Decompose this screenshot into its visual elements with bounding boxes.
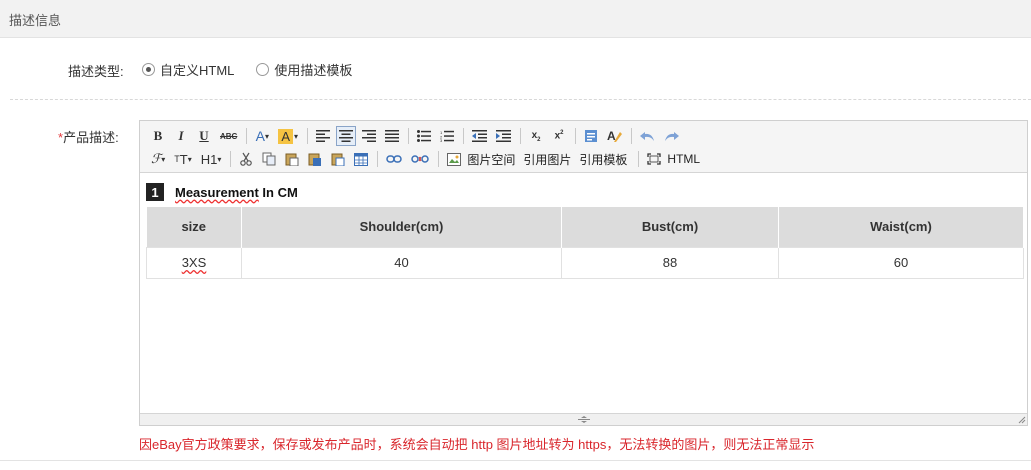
editor-toolbar: B I U ABC A ▾ A ▾ 1 2 3 x2 x2 A ℱ ▾ T T … [140,121,1027,173]
svg-text:A: A [607,129,616,143]
font-size-button[interactable]: T T ▾ [171,149,194,169]
clear-format-icon[interactable]: A [604,126,625,146]
heading-rest: In CM [258,184,298,200]
toolbar-separator [463,128,465,144]
html-source-button[interactable]: HTML [667,152,700,166]
table-cell: 40 [241,246,562,279]
cut-icon[interactable] [236,149,256,169]
toolbar-separator [377,151,379,167]
resize-grip-icon[interactable] [577,416,591,423]
superscript-icon[interactable]: x2 [549,126,569,146]
unlink-icon[interactable] [408,149,432,169]
heading-button-label: H1 [200,151,218,167]
measurement-table: size Shoulder(cm) Bust(cm) Waist(cm) 3XS… [146,207,1024,279]
radio-custom-html-label: 自定义HTML [160,63,235,78]
paste-word-icon[interactable] [305,149,325,169]
svg-text:3: 3 [440,138,443,142]
divider [10,99,1031,100]
ref-template-button[interactable]: 引用模板 [579,151,627,168]
radio-custom-html[interactable]: 自定义HTML [142,60,234,79]
font-family-button[interactable]: ℱ ▾ [148,149,168,169]
toolbar-separator [638,151,640,167]
table-cell: 60 [778,246,1024,279]
align-right-icon[interactable] [359,126,379,146]
editor-content[interactable]: 1 Measurement In CM size Shoulder(cm) Bu… [146,181,1024,279]
toolbar-separator [631,128,633,144]
description-type-radio-group: 自定义HTML 使用描述模板 [142,60,374,79]
description-type-label: 描述类型: [68,64,124,79]
link-icon[interactable] [383,149,405,169]
editor-resize-bar[interactable] [140,413,1027,425]
toolbar-separator [575,128,577,144]
table-header-cell: Bust(cm) [561,207,779,247]
bullet-list-icon[interactable] [414,126,434,146]
toolbar-separator [408,128,410,144]
fullscreen-icon[interactable] [644,149,664,169]
strikethrough-button[interactable]: ABC [217,126,240,146]
indent-icon[interactable] [493,126,514,146]
radio-checked-icon[interactable] [142,63,155,76]
image-space-icon[interactable] [444,149,464,169]
toolbar-separator [246,128,248,144]
bottom-divider [0,460,1031,461]
radio-use-template-label: 使用描述模板 [274,63,353,78]
content-heading: 1 Measurement In CM [146,181,1022,203]
heading-button[interactable]: H1 ▾ [198,149,225,169]
image-space-button[interactable]: 图片空间 [467,151,515,168]
italic-button[interactable]: I [171,126,191,146]
heading-text: Measurement In CM [175,185,298,200]
underline-button[interactable]: U [194,126,214,146]
table-icon[interactable] [351,149,371,169]
justify-icon[interactable] [382,126,402,146]
toolbar-row-2: ℱ ▾ T T ▾ H1 ▾ 图片空间 引用图片 引用模板 HTML [148,148,708,170]
align-left-icon[interactable] [313,126,333,146]
table-cell: 88 [561,246,779,279]
number-badge: 1 [146,183,164,201]
subscript-icon[interactable]: x2 [526,126,546,146]
https-notice: 因eBay官方政策要求，保存或发布产品时，系统会自动把 http 图片地址转为 … [139,437,815,452]
paste-plain-icon[interactable] [328,149,348,169]
rich-text-editor: B I U ABC A ▾ A ▾ 1 2 3 x2 x2 A ℱ ▾ T T … [139,120,1028,426]
table-header-cell: Shoulder(cm) [241,207,562,247]
heading-word-misspelled: Measurement [175,184,259,200]
table-row: 3XS 40 88 60 [146,246,1024,279]
toolbar-separator [520,128,522,144]
table-header-cell: size [146,207,242,247]
table-header-cell: Waist(cm) [778,207,1024,247]
radio-unchecked-icon[interactable] [256,63,270,76]
undo-icon[interactable] [637,126,658,146]
paste-text-icon[interactable] [581,126,601,146]
toolbar-separator [438,151,440,167]
toolbar-row-1: B I U ABC A ▾ A ▾ 1 2 3 x2 x2 A [148,125,685,147]
product-description-label-text: 产品描述: [63,130,119,145]
ref-image-button[interactable]: 引用图片 [523,151,571,168]
highlight-color-button[interactable]: A ▾ [275,126,301,146]
paste-icon[interactable] [282,149,302,169]
font-color-button[interactable]: A ▾ [252,126,272,146]
radio-use-template[interactable]: 使用描述模板 [256,60,352,79]
outdent-icon[interactable] [469,126,490,146]
corner-resize-icon[interactable] [1017,415,1026,424]
section-title: 描述信息 [9,13,62,28]
numbered-list-icon[interactable]: 123 [437,126,457,146]
bold-button[interactable]: B [148,126,168,146]
section-header: 描述信息 [0,0,1031,38]
product-description-label: *产品描述: [58,127,119,146]
copy-icon[interactable] [259,149,279,169]
align-center-icon[interactable] [336,126,357,146]
toolbar-separator [307,128,309,144]
toolbar-separator [230,151,232,167]
redo-icon[interactable] [661,126,682,146]
table-header-row: size Shoulder(cm) Bust(cm) Waist(cm) [146,207,1024,247]
table-cell: 3XS [146,246,242,279]
